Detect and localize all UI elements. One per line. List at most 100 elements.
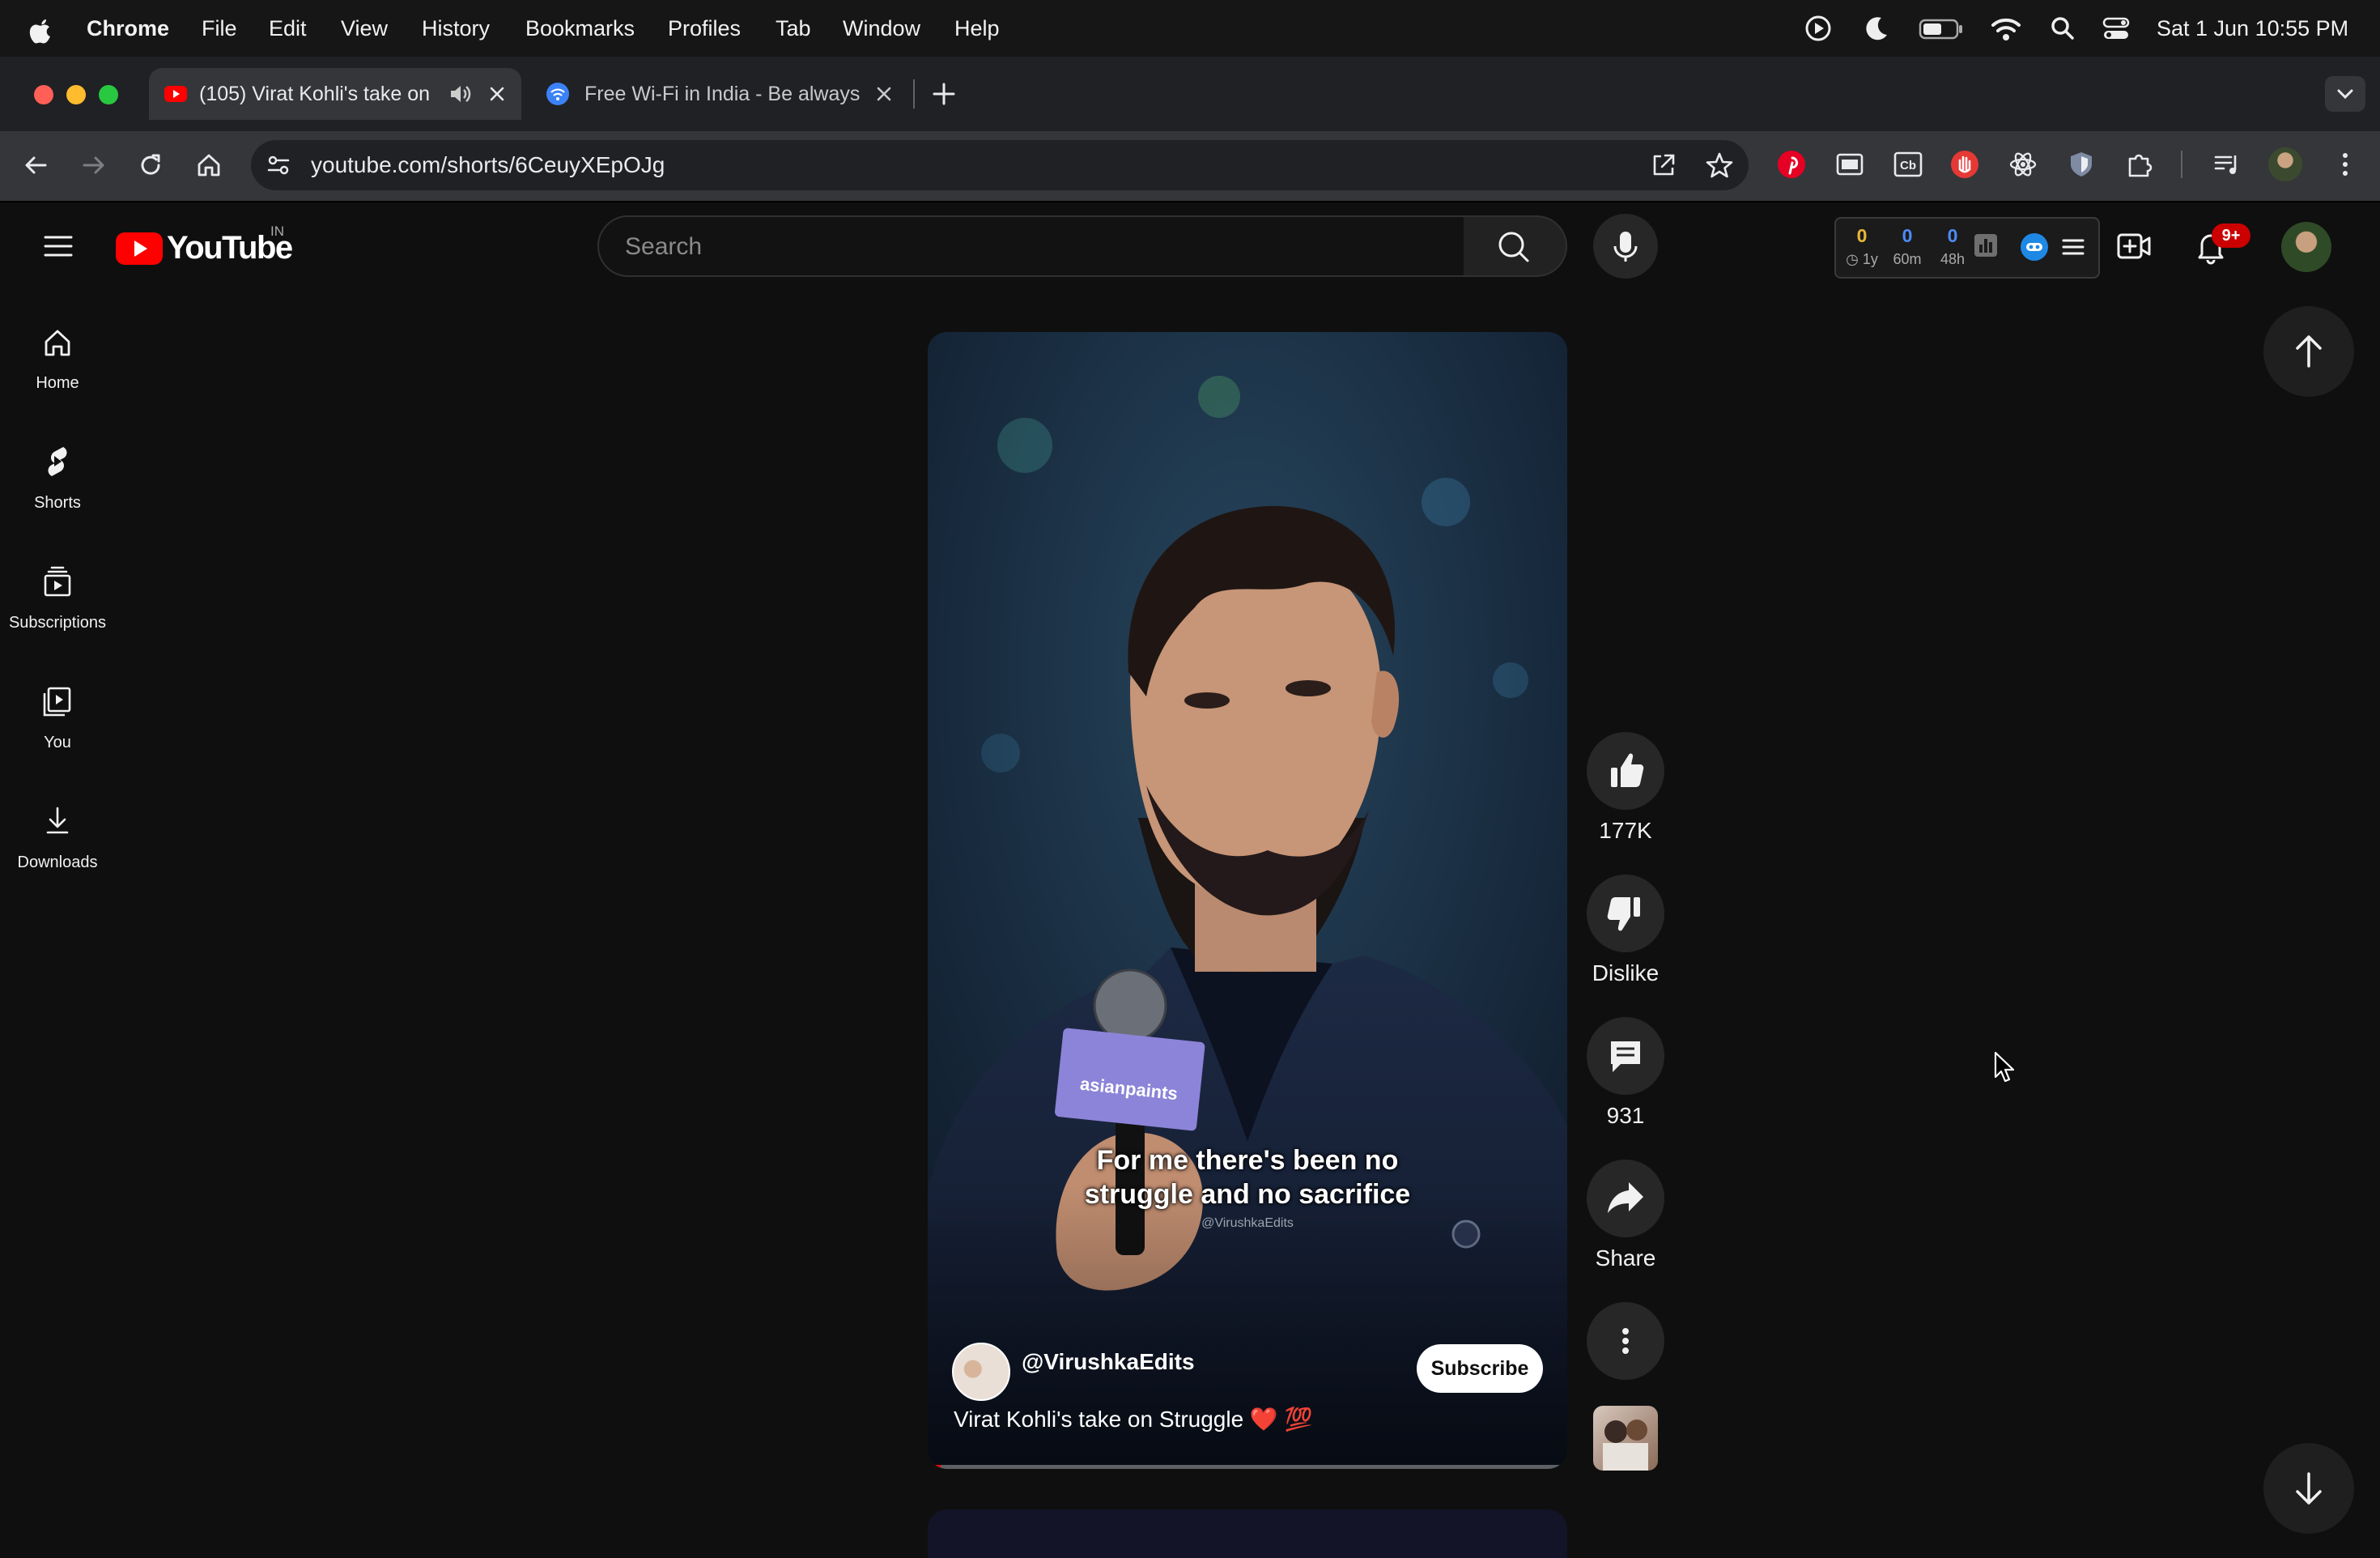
hand-stop-icon[interactable]	[1949, 149, 1980, 180]
share-button[interactable]	[1587, 1160, 1664, 1237]
address-bar[interactable]: youtube.com/shorts/6CeuyXEpOJg	[251, 140, 1749, 190]
spotlight-search-icon[interactable]	[2048, 14, 2077, 43]
caption-line-1: For me there's been no	[1096, 1145, 1399, 1176]
tab-close-icon[interactable]	[487, 84, 507, 104]
window-minimize-button[interactable]	[66, 85, 86, 104]
profile-avatar[interactable]	[2268, 147, 2302, 181]
video-progress-bar[interactable]	[928, 1465, 1567, 1469]
media-control-icon[interactable]	[2212, 149, 2242, 180]
bookmark-star-icon[interactable]	[1705, 151, 1734, 180]
youtube-logo[interactable]: YouTube IN	[115, 223, 293, 269]
do-not-disturb-moon-icon[interactable]	[1862, 14, 1891, 43]
site-settings-icon[interactable]	[264, 151, 293, 180]
short-title[interactable]: Virat Kohli's take on Struggle ❤️ 💯	[954, 1406, 1312, 1432]
stat-label-1y-text: 1y	[1862, 251, 1878, 267]
mouse-cursor-icon	[1993, 1051, 2017, 1085]
voice-search-button[interactable]	[1593, 214, 1658, 279]
shorts-video-player[interactable]: asianpaints For me there's been no strug…	[928, 332, 1567, 1469]
cb-icon[interactable]: Cb	[1893, 149, 1923, 180]
shield-icon[interactable]	[2066, 149, 2097, 180]
new-tab-plus-icon[interactable]	[929, 79, 958, 109]
search-box	[597, 215, 1465, 277]
more-actions-button[interactable]	[1587, 1302, 1664, 1380]
menu-bar-clock[interactable]: Sat 1 Jun 10:55 PM	[2157, 0, 2348, 57]
window-zoom-button[interactable]	[99, 85, 118, 104]
list-menu-icon[interactable]	[2059, 233, 2087, 261]
window-close-button[interactable]	[34, 85, 53, 104]
stat-value-48h: 0	[1947, 225, 1958, 246]
reload-icon[interactable]	[136, 151, 165, 180]
arrow-down-icon	[2296, 1472, 2322, 1505]
arrow-up-icon	[2296, 335, 2322, 368]
tab-search-dropdown-button[interactable]	[2325, 76, 2365, 112]
tab-audio-playing-icon[interactable]	[448, 83, 473, 105]
share-icon	[1608, 1182, 1643, 1213]
guide-item-label: You	[44, 734, 71, 751]
screen-recording-icon[interactable]	[1804, 14, 1833, 43]
comments-button[interactable]	[1587, 1017, 1664, 1095]
menu-file[interactable]: File	[202, 0, 237, 57]
control-center-icon[interactable]	[2102, 14, 2131, 43]
library-icon	[43, 687, 71, 717]
guide-item-you[interactable]: You	[0, 683, 115, 761]
remix-sound-thumbnail[interactable]	[1593, 1406, 1658, 1471]
tab-title: (105) Virat Kohli's take on Struggle ❤️ …	[199, 83, 434, 105]
tab-close-icon[interactable]	[874, 84, 894, 104]
search-button[interactable]	[1464, 215, 1567, 277]
next-short-preview[interactable]	[928, 1509, 1567, 1558]
stat-value-60m: 0	[1902, 225, 1913, 246]
thumbs-down-icon	[1607, 897, 1640, 931]
create-video-icon[interactable]	[2116, 230, 2152, 262]
channel-avatar[interactable]	[952, 1343, 1010, 1401]
guide-item-home[interactable]: Home	[0, 324, 115, 402]
apple-menu-icon[interactable]	[29, 0, 55, 57]
forward-arrow-icon[interactable]	[79, 151, 108, 180]
menu-help[interactable]: Help	[954, 0, 1000, 57]
thumbnail-image	[1603, 1420, 1648, 1471]
back-arrow-icon[interactable]	[21, 151, 50, 180]
subscribe-button[interactable]: Subscribe	[1417, 1344, 1543, 1393]
next-short-button[interactable]	[2263, 1443, 2354, 1534]
menu-bookmarks[interactable]: Bookmarks	[525, 0, 635, 57]
open-in-app-icon[interactable]	[1650, 151, 1677, 179]
tab-free-wifi[interactable]: Free Wi-Fi in India - Be always connecte…	[529, 68, 910, 120]
menu-history[interactable]: History	[422, 0, 490, 57]
guide-menu-icon[interactable]	[42, 232, 74, 261]
guide-item-subscriptions[interactable]: Subscriptions	[0, 564, 115, 641]
battery-icon[interactable]	[1919, 14, 1964, 43]
guide-item-label: Downloads	[17, 853, 98, 871]
comment-count: 931	[1606, 1103, 1645, 1128]
home-icon[interactable]	[194, 151, 223, 180]
kebab-menu-icon[interactable]	[2330, 149, 2361, 180]
youtube-logo-icon	[116, 232, 163, 265]
search-input[interactable]	[623, 217, 1436, 277]
menu-app-name[interactable]: Chrome	[87, 0, 169, 57]
menu-profiles[interactable]: Profiles	[668, 0, 741, 57]
search-icon	[1498, 232, 1529, 262]
wifi-icon[interactable]	[1990, 14, 2022, 43]
previous-short-button[interactable]	[2263, 306, 2354, 397]
channel-name[interactable]: @VirushkaEdits	[1022, 1349, 1195, 1375]
menu-edit[interactable]: Edit	[269, 0, 307, 57]
bar-chart-icon[interactable]	[1972, 232, 2000, 259]
menu-tab[interactable]: Tab	[776, 0, 811, 57]
puzzle-icon[interactable]	[2124, 149, 2155, 180]
pinterest-icon[interactable]	[1776, 149, 1807, 180]
tab-manager-icon[interactable]	[1834, 149, 1865, 180]
url-text[interactable]: youtube.com/shorts/6CeuyXEpOJg	[311, 140, 665, 190]
svg-text:Cb: Cb	[1900, 159, 1916, 172]
tab-youtube-short[interactable]: (105) Virat Kohli's take on Struggle ❤️ …	[149, 68, 521, 120]
tubebuddy-icon[interactable]	[2019, 232, 2050, 262]
account-avatar[interactable]	[2281, 222, 2331, 272]
dislike-button[interactable]	[1587, 875, 1664, 952]
dislike-label: Dislike	[1592, 960, 1660, 985]
atom-icon[interactable]	[2008, 149, 2038, 180]
stat-label-1y: ◷ 1y	[1846, 251, 1878, 267]
guide-item-downloads[interactable]: Downloads	[0, 803, 115, 881]
like-button[interactable]	[1587, 732, 1664, 810]
share-label: Share	[1595, 1245, 1656, 1271]
guide-item-shorts[interactable]: Shorts	[0, 444, 115, 521]
menu-view[interactable]: View	[341, 0, 388, 57]
stats-widget[interactable]: 0 ◷ 1y 0 60m 0 48h	[1834, 217, 2100, 279]
menu-window[interactable]: Window	[843, 0, 920, 57]
